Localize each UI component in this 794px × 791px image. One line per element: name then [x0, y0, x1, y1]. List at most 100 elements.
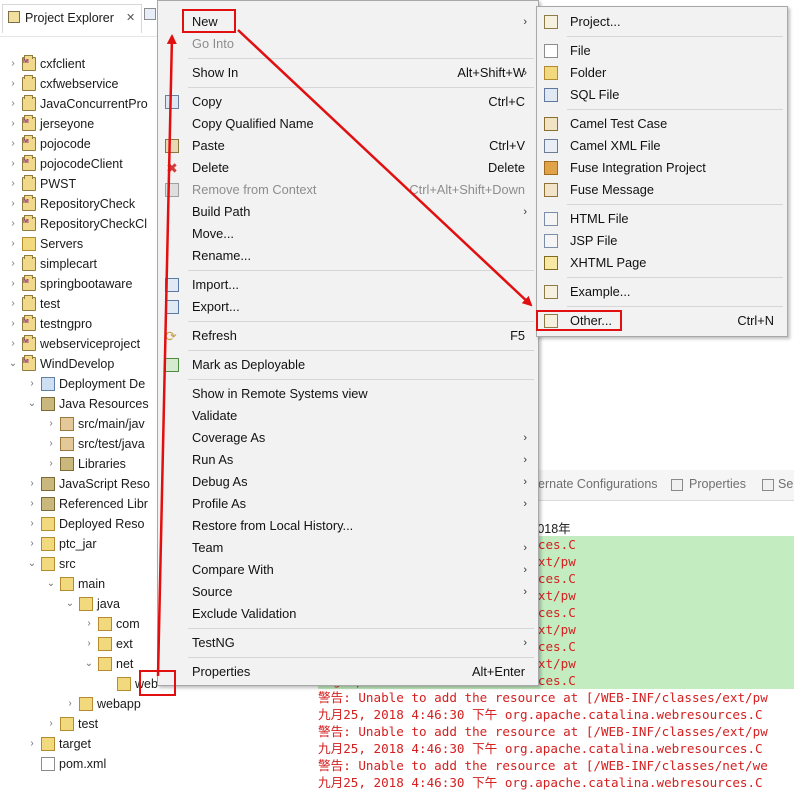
- expand-toggle-icon[interactable]: ›: [27, 734, 37, 754]
- submenu-item-sql-file[interactable]: SQL File: [538, 84, 786, 106]
- expand-toggle-icon[interactable]: ›: [46, 434, 56, 454]
- expand-toggle-icon[interactable]: ›: [8, 334, 18, 354]
- menu-item-exclude-validation[interactable]: Exclude Validation: [159, 603, 537, 625]
- tree-item[interactable]: › pojocodeClient: [0, 152, 160, 174]
- tree-item[interactable]: › ext: [0, 634, 160, 654]
- expand-toggle-icon[interactable]: ›: [27, 374, 37, 394]
- tree-item[interactable]: ⌄ WindDevelop: [0, 352, 160, 374]
- expand-toggle-icon[interactable]: ›: [46, 454, 56, 474]
- expand-toggle-icon[interactable]: ›: [8, 274, 18, 294]
- tree-item[interactable]: › test: [0, 714, 160, 734]
- tree-item[interactable]: › Servers: [0, 234, 160, 254]
- tree-item[interactable]: › ptc_jar: [0, 534, 160, 554]
- expand-toggle-icon[interactable]: ›: [27, 534, 37, 554]
- menu-item-coverage-as[interactable]: Coverage As ›: [159, 427, 537, 449]
- tree-item[interactable]: ⌄ Java Resources: [0, 394, 160, 414]
- submenu-item-file[interactable]: File: [538, 40, 786, 62]
- tree-item[interactable]: pom.xml: [0, 754, 160, 774]
- menu-item-compare-with[interactable]: Compare With ›: [159, 559, 537, 581]
- submenu-item-camel-test-case[interactable]: Camel Test Case: [538, 113, 786, 135]
- tree-item[interactable]: › Libraries: [0, 454, 160, 474]
- expand-toggle-icon[interactable]: ›: [8, 234, 18, 254]
- expand-toggle-icon[interactable]: ›: [8, 194, 18, 214]
- expand-toggle-icon[interactable]: ⌄: [27, 394, 37, 414]
- tab-servers[interactable]: Ser: [778, 477, 794, 491]
- menu-item-show-in[interactable]: Show In Alt+Shift+W ›: [159, 62, 537, 84]
- tree-item[interactable]: › jerseyone: [0, 112, 160, 134]
- menu-item-source[interactable]: Source ›: [159, 581, 537, 603]
- tree-item[interactable]: › com: [0, 614, 160, 634]
- tree-item[interactable]: › RepositoryCheckCl: [0, 212, 160, 234]
- expand-toggle-icon[interactable]: ⌄: [8, 354, 18, 374]
- tree-item[interactable]: › JavaScript Reso: [0, 474, 160, 494]
- tree-item[interactable]: › Deployment De: [0, 374, 160, 394]
- tree-item[interactable]: › RepositoryCheck: [0, 192, 160, 214]
- tree-item[interactable]: › test: [0, 294, 160, 314]
- menu-item-move[interactable]: Move...: [159, 223, 537, 245]
- submenu-item-example[interactable]: Example...: [538, 281, 786, 303]
- submenu-item-xhtml-page[interactable]: XHTML Page: [538, 252, 786, 274]
- tree-item[interactable]: › springbootaware: [0, 272, 160, 294]
- menu-item-restore-from-local-history[interactable]: Restore from Local History...: [159, 515, 537, 537]
- menu-item-debug-as[interactable]: Debug As ›: [159, 471, 537, 493]
- submenu-item-fuse-message[interactable]: Fuse Message: [538, 179, 786, 201]
- menu-item-copy[interactable]: Copy Ctrl+C: [159, 91, 537, 113]
- menu-item-refresh[interactable]: ⟳ Refresh F5: [159, 325, 537, 347]
- tree-item[interactable]: ⌄ src: [0, 554, 160, 574]
- expand-toggle-icon[interactable]: ›: [8, 214, 18, 234]
- expand-toggle-icon[interactable]: ›: [8, 134, 18, 154]
- tree-item[interactable]: › cxfwebservice: [0, 74, 160, 94]
- expand-toggle-icon[interactable]: ›: [8, 74, 18, 94]
- menu-item-copy-qualified-name[interactable]: Copy Qualified Name: [159, 113, 537, 135]
- submenu-item-project[interactable]: Project...: [538, 11, 786, 33]
- tree-item[interactable]: › PWST: [0, 174, 160, 194]
- submenu-item-fuse-integration-project[interactable]: Fuse Integration Project: [538, 157, 786, 179]
- expand-toggle-icon[interactable]: ›: [8, 314, 18, 334]
- tree-item[interactable]: › Deployed Reso: [0, 514, 160, 534]
- expand-toggle-icon[interactable]: ›: [46, 714, 56, 734]
- tree-item[interactable]: › webapp: [0, 694, 160, 714]
- menu-item-run-as[interactable]: Run As ›: [159, 449, 537, 471]
- expand-toggle-icon[interactable]: ›: [65, 694, 75, 714]
- tree-item[interactable]: › JavaConcurrentPro: [0, 94, 160, 114]
- menu-item-properties[interactable]: Properties Alt+Enter: [159, 661, 537, 683]
- tree-item[interactable]: ⌄ net: [0, 654, 160, 674]
- expand-toggle-icon[interactable]: ⌄: [46, 574, 56, 594]
- tree-item[interactable]: › Referenced Libr: [0, 494, 160, 514]
- menu-item-paste[interactable]: Paste Ctrl+V: [159, 135, 537, 157]
- expand-toggle-icon[interactable]: ⌄: [84, 654, 94, 674]
- expand-toggle-icon[interactable]: ⌄: [65, 594, 75, 614]
- menu-item-validate[interactable]: Validate: [159, 405, 537, 427]
- tree-item[interactable]: › src/test/java: [0, 434, 160, 454]
- expand-toggle-icon[interactable]: ›: [8, 294, 18, 314]
- tree-item[interactable]: › cxfclient: [0, 52, 160, 74]
- expand-toggle-icon[interactable]: ›: [84, 614, 94, 634]
- expand-toggle-icon[interactable]: ›: [46, 414, 56, 434]
- menu-item-delete[interactable]: ✖ Delete Delete: [159, 157, 537, 179]
- expand-toggle-icon[interactable]: ⌄: [27, 554, 37, 574]
- submenu-item-html-file[interactable]: HTML File: [538, 208, 786, 230]
- tree-item[interactable]: › webserviceproject: [0, 332, 160, 354]
- tree-item[interactable]: web: [0, 674, 160, 694]
- package-explorer-tab-icon[interactable]: [144, 8, 156, 20]
- tab-properties[interactable]: Properties: [689, 477, 746, 491]
- expand-toggle-icon[interactable]: ›: [27, 474, 37, 494]
- menu-item-mark-as-deployable[interactable]: Mark as Deployable: [159, 354, 537, 376]
- menu-item-team[interactable]: Team ›: [159, 537, 537, 559]
- tree-item[interactable]: › testngpro: [0, 312, 160, 334]
- submenu-item-camel-xml-file[interactable]: Camel XML File: [538, 135, 786, 157]
- submenu-item-jsp-file[interactable]: JSP File: [538, 230, 786, 252]
- expand-toggle-icon[interactable]: ›: [84, 634, 94, 654]
- tree-item[interactable]: › pojocode: [0, 132, 160, 154]
- menu-item-show-in-remote-systems-view[interactable]: Show in Remote Systems view: [159, 383, 537, 405]
- tree-item[interactable]: › src/main/jav: [0, 414, 160, 434]
- menu-item-export[interactable]: Export...: [159, 296, 537, 318]
- expand-toggle-icon[interactable]: [103, 674, 113, 694]
- expand-toggle-icon[interactable]: ›: [8, 114, 18, 134]
- menu-item-profile-as[interactable]: Profile As ›: [159, 493, 537, 515]
- expand-toggle-icon[interactable]: ›: [8, 254, 18, 274]
- tree-item[interactable]: › simplecart: [0, 254, 160, 274]
- expand-toggle-icon[interactable]: ›: [8, 54, 18, 74]
- tree-item[interactable]: › target: [0, 734, 160, 754]
- expand-toggle-icon[interactable]: ›: [8, 94, 18, 114]
